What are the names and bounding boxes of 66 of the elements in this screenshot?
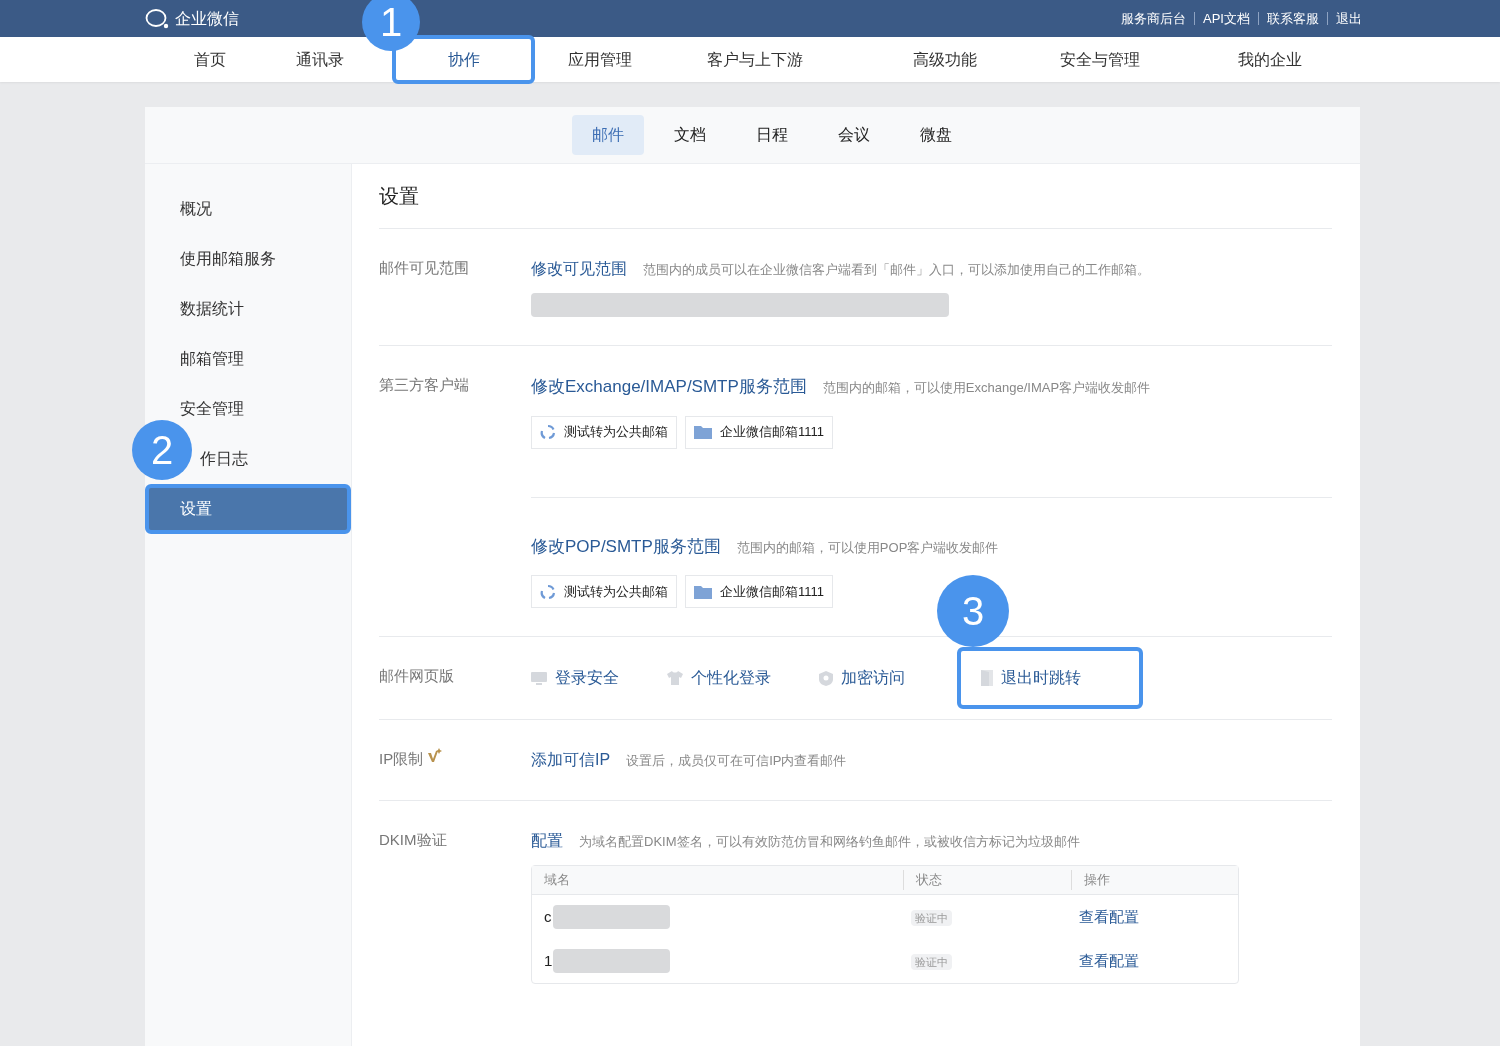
column-header: 操作 [1084,871,1110,890]
nav-tab[interactable]: 安全与管理 [1050,35,1150,84]
member-chip: 测试转为公共邮箱 [531,415,677,449]
monitor-icon [531,671,547,685]
setting-label: DKIM验证 [379,830,447,850]
sidebar-item[interactable]: 概况 [180,184,212,234]
header-link[interactable]: API文档 [1203,8,1250,29]
hint-text: 范围内的成员可以在企业微信客户端看到「邮件」入口，可以添加使用自己的工作邮箱。 [643,261,1150,279]
page-title: 设置 [379,164,1332,229]
view-config-link[interactable]: 查看配置 [1079,952,1139,969]
column-header: 域名 [544,871,570,890]
hint-text: 范围内的邮箱，可以使用Exchange/IMAP客户端收发邮件 [822,379,1151,397]
nav-tab[interactable]: 客户与上下游 [705,35,805,84]
setting-link[interactable]: 添加可信IP [531,748,611,772]
web-setting-link[interactable]: 登录安全 [531,666,619,690]
sidebar-item[interactable]: 数据统计 [180,284,244,334]
sub-tab[interactable]: 会议 [817,115,890,155]
folder-icon [694,584,712,599]
setting-label: 邮件网页版 [379,666,454,686]
shirt-icon [667,671,683,685]
web-setting-link[interactable]: 个性化登录 [667,666,771,690]
nav-tab[interactable]: 应用管理 [550,35,650,84]
member-chip: 企业微信邮箱1111 [685,575,834,608]
member-chip: 测试转为公共邮箱 [531,575,677,608]
column-header: 状态 [916,871,942,890]
sidebar-item[interactable]: 使用邮箱服务 [180,234,276,284]
setting-link[interactable]: 修改Exchange/IMAP/SMTP服务范围 [531,374,807,400]
shield-icon [819,670,833,686]
web-setting-link[interactable]: 退出时跳转 [957,647,1143,709]
setting-link[interactable]: 配置 [531,829,563,853]
table-cell-text: 1 [544,950,553,971]
header-link[interactable]: 退出 [1336,8,1362,29]
nav-tab[interactable]: 我的企业 [1220,35,1320,84]
sub-tab[interactable]: 邮件 [571,115,644,155]
table-cell-text: c [544,906,552,927]
sub-tab[interactable]: 日程 [735,115,808,155]
chat-bubble-logo-icon [145,7,171,30]
callout-number-badge: 3 [937,575,1009,647]
setting-link[interactable]: 修改可见范围 [531,257,627,281]
sub-tab[interactable]: 微盘 [899,115,972,155]
sidebar-item[interactable]: 作日志 [200,434,248,484]
door-icon [981,670,993,686]
header-link[interactable]: 服务商后台 [1121,8,1187,29]
web-setting-link[interactable]: 加密访问 [819,666,905,690]
status-badge: 验证中 [911,910,952,926]
setting-label: IP限制 [379,749,424,769]
logo-text: 企业微信 [175,8,239,29]
sidebar-item[interactable]: 设置 [145,484,351,534]
folder-icon [694,425,712,439]
sidebar-item[interactable]: 邮箱管理 [180,334,244,384]
hint-text: 设置后，成员仅可在可信IP内查看邮件 [626,752,847,770]
sparkle-v-icon [427,748,444,764]
callout-number-badge: 2 [132,420,192,480]
header-link[interactable]: 联系客服 [1267,8,1319,29]
nav-tab[interactable]: 首页 [160,35,260,84]
setting-label: 邮件可见范围 [379,258,469,278]
setting-label: 第三方客户端 [379,375,469,395]
hint-text: 范围内的邮箱，可以使用POP客户端收发邮件 [736,538,999,557]
setting-link[interactable]: 修改POP/SMTP服务范围 [531,533,721,559]
status-badge: 验证中 [911,954,952,970]
sub-tab[interactable]: 文档 [653,115,726,155]
view-config-link[interactable]: 查看配置 [1079,908,1139,925]
nav-tab[interactable]: 协作 [392,35,535,84]
hint-text: 为域名配置DKIM签名，可以有效防范仿冒和网络钓鱼邮件，或被收信方标记为垃圾邮件 [579,833,1080,851]
member-chip: 企业微信邮箱1111 [685,415,834,449]
nav-tab[interactable]: 高级功能 [895,35,995,84]
